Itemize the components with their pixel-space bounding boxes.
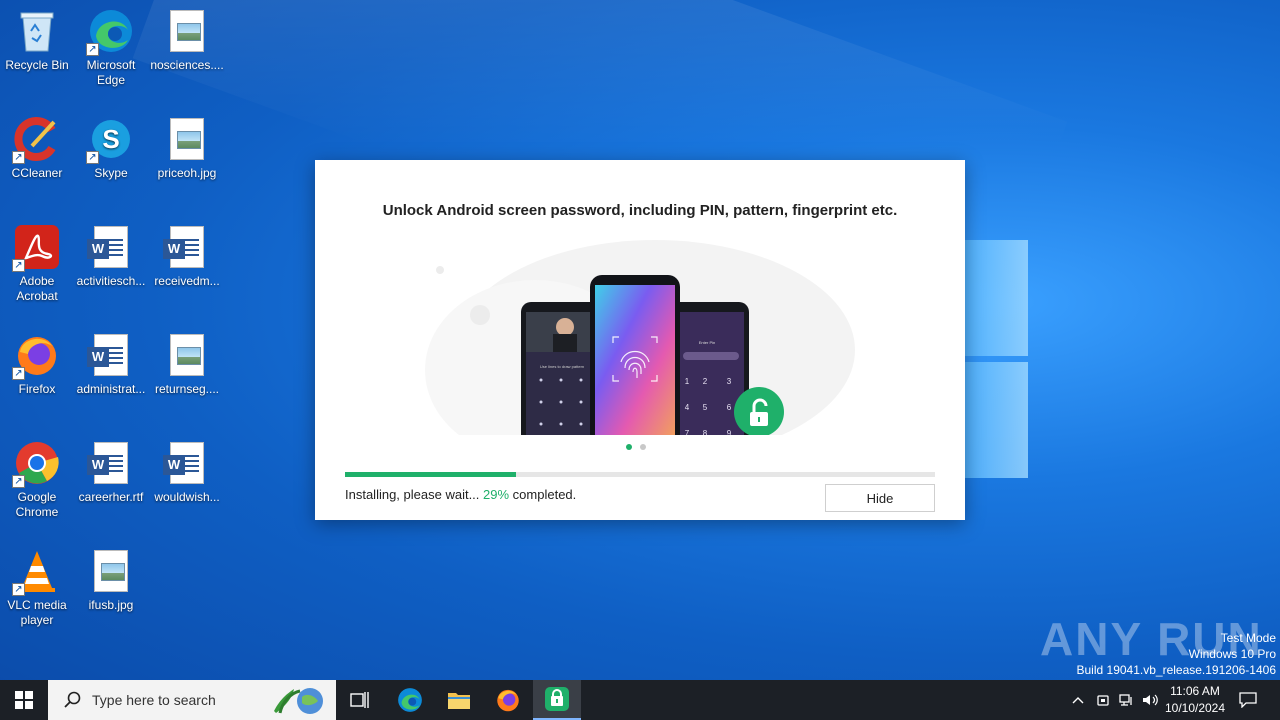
desktop-icon-vlc[interactable]: ↗ VLC media player xyxy=(0,548,74,628)
carousel-dots xyxy=(626,444,646,450)
word-document-icon: W xyxy=(87,440,134,486)
firefox-icon: ↗ xyxy=(12,332,60,380)
acrobat-icon: ↗ xyxy=(12,224,60,272)
taskbar: 11:06 AM 10/10/2024 xyxy=(0,680,1280,720)
desktop-icon-adobe-acrobat[interactable]: ↗ Adobe Acrobat xyxy=(0,224,74,304)
action-center-button[interactable] xyxy=(1236,680,1260,720)
install-status-text: Installing, please wait... 29% completed… xyxy=(345,487,576,502)
firefox-icon xyxy=(497,689,519,712)
keypad-key: 4 xyxy=(685,403,690,412)
image-file-icon xyxy=(164,116,210,162)
desktop-icon-activitiesch[interactable]: W activitiesch... xyxy=(74,224,148,289)
edge-icon xyxy=(398,688,422,712)
desktop-icon-ccleaner[interactable]: ↗ CCleaner xyxy=(0,116,74,181)
device-tray-icon xyxy=(1097,695,1109,706)
taskbar-edge-button[interactable] xyxy=(386,680,434,720)
keypad-key: 3 xyxy=(727,377,732,386)
desktop-icon-microsoft-edge[interactable]: ↗ Microsoft Edge xyxy=(74,8,148,88)
keypad-key: 2 xyxy=(703,377,708,386)
task-view-button[interactable] xyxy=(336,680,384,720)
folder-icon xyxy=(448,693,470,709)
clock-time: 11:06 AM xyxy=(1170,684,1220,698)
taskbar-file-explorer-button[interactable] xyxy=(435,680,483,720)
chrome-icon: ↗ xyxy=(12,440,60,488)
shortcut-arrow-icon: ↗ xyxy=(12,259,25,272)
word-document-icon: W xyxy=(163,440,210,486)
network-icon xyxy=(1119,694,1132,706)
windows-logo-wallpaper xyxy=(960,240,1030,480)
shortcut-arrow-icon: ↗ xyxy=(86,43,99,56)
desktop-icon-skype[interactable]: S ↗ Skype xyxy=(74,116,148,181)
notification-icon xyxy=(1239,692,1257,708)
carousel-dot-1[interactable] xyxy=(626,444,632,450)
tray-app-icon[interactable] xyxy=(1093,680,1113,720)
edge-icon: ↗ xyxy=(86,8,134,56)
shortcut-arrow-icon: ↗ xyxy=(12,475,25,488)
watermark-test-mode: Test Mode xyxy=(1220,631,1276,645)
keypad-key: 6 xyxy=(727,403,732,412)
install-progress-bar xyxy=(345,472,935,477)
ccleaner-icon: ↗ xyxy=(12,116,60,164)
vlc-cone-icon: ↗ xyxy=(12,548,60,596)
task-view-icon xyxy=(350,692,369,708)
keypad-key: 9 xyxy=(727,429,732,435)
word-document-icon: W xyxy=(163,224,210,270)
watermark-edition: Windows 10 Pro xyxy=(1188,647,1276,661)
shortcut-arrow-icon: ↗ xyxy=(86,151,99,164)
dialog-title: Unlock Android screen password, includin… xyxy=(382,202,898,219)
desktop-icon-returnseg[interactable]: returnseg.... xyxy=(150,332,224,397)
carousel-dot-2[interactable] xyxy=(640,444,646,450)
desktop-icon-wouldwish[interactable]: W wouldwish... xyxy=(150,440,224,505)
install-progress-fill xyxy=(345,472,517,477)
taskbar-firefox-button[interactable] xyxy=(484,680,532,720)
desktop-icon-recycle-bin[interactable]: Recycle Bin xyxy=(0,8,74,73)
shortcut-arrow-icon: ↗ xyxy=(12,367,25,380)
windows-build-watermark: Test Mode Windows 10 Pro Build 19041.vb_… xyxy=(1077,630,1277,678)
recycle-bin-icon xyxy=(14,8,60,54)
status-percent: 29% xyxy=(483,487,510,502)
desktop-icon-nosciences[interactable]: nosciences.... xyxy=(150,8,224,73)
windows-start-icon xyxy=(15,691,33,709)
search-icon xyxy=(64,691,81,708)
watermark-build: Build 19041.vb_release.191206-1406 xyxy=(1076,663,1277,677)
image-file-icon xyxy=(164,332,210,378)
taskbar-clock[interactable]: 11:06 AM 10/10/2024 xyxy=(1158,683,1232,717)
start-button[interactable] xyxy=(0,680,48,720)
search-input[interactable] xyxy=(92,692,262,708)
pattern-caption: Use lines to draw pattern xyxy=(540,364,584,369)
pin-caption: Enter Pin xyxy=(699,340,715,345)
android-unlock-app-icon xyxy=(545,687,569,711)
image-file-icon xyxy=(164,8,210,54)
word-document-icon: W xyxy=(87,332,134,378)
keypad-key: 1 xyxy=(685,377,690,386)
hide-button[interactable]: Hide xyxy=(825,484,935,512)
status-suffix: completed. xyxy=(509,487,577,502)
status-prefix: Installing, please wait... xyxy=(345,487,484,502)
desktop-icon-administrat[interactable]: W administrat... xyxy=(74,332,148,397)
chevron-up-icon xyxy=(1072,697,1084,704)
desktop-icon-firefox[interactable]: ↗ Firefox xyxy=(0,332,74,397)
network-tray-button[interactable] xyxy=(1116,680,1138,720)
skype-icon: S ↗ xyxy=(86,116,134,164)
keypad-key: 7 xyxy=(685,429,690,435)
desktop-icon-ifusb[interactable]: ifusb.jpg xyxy=(74,548,148,613)
taskbar-search-box[interactable] xyxy=(48,680,336,720)
desktop-icon-receivedm[interactable]: W receivedm... xyxy=(150,224,224,289)
svg-text:S: S xyxy=(102,124,119,154)
show-hidden-icons-button[interactable] xyxy=(1068,680,1088,720)
phones-illustration: Use lines to draw pattern Enter Pin 1 2 … xyxy=(425,230,855,435)
image-file-icon xyxy=(88,548,134,594)
keypad-key: 5 xyxy=(703,403,708,412)
shortcut-arrow-icon: ↗ xyxy=(12,151,25,164)
desktop-icon-google-chrome[interactable]: ↗ Google Chrome xyxy=(0,440,74,520)
shortcut-arrow-icon: ↗ xyxy=(12,583,25,596)
clock-date: 10/10/2024 xyxy=(1164,701,1226,715)
desktop-icon-careerher[interactable]: W careerher.rtf xyxy=(74,440,148,505)
installer-dialog: Unlock Android screen password, includin… xyxy=(315,160,965,520)
keypad-key: 8 xyxy=(703,429,708,435)
search-highlight-icon xyxy=(274,688,323,714)
word-document-icon: W xyxy=(87,224,134,270)
desktop-icon-priceoh[interactable]: priceoh.jpg xyxy=(150,116,224,181)
taskbar-installer-app-button[interactable] xyxy=(533,680,581,720)
